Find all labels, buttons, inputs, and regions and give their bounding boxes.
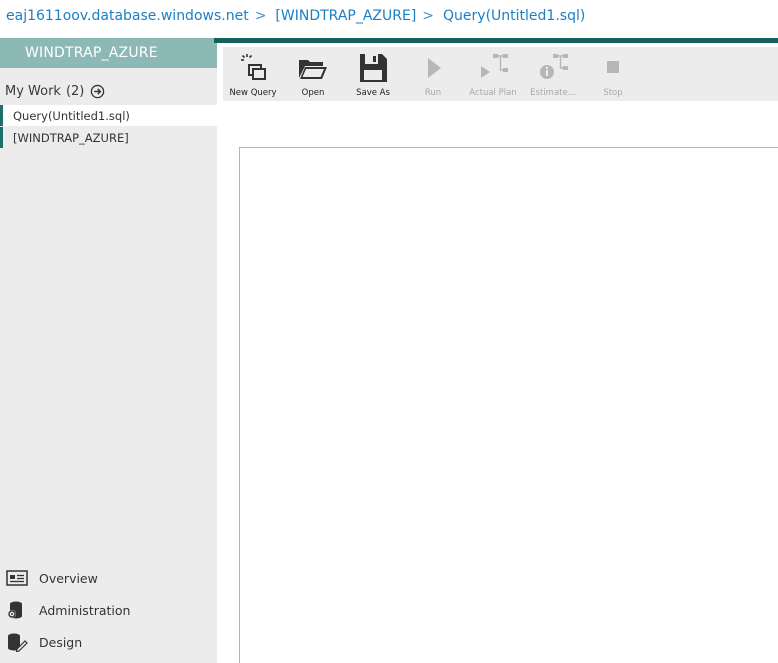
my-work-count: (2) <box>65 84 85 99</box>
nav-administration-label: Administration <box>39 602 131 618</box>
my-work-label: My Work <box>5 84 61 99</box>
sidebar-header: WINDTRAP_AZURE <box>0 38 217 68</box>
open-button[interactable]: Open <box>283 47 343 101</box>
estimated-plan-button[interactable]: Estimate... <box>523 47 583 101</box>
work-item-label: [WINDTRAP_AZURE] <box>13 130 129 145</box>
new-query-icon <box>241 54 266 80</box>
new-query-button[interactable]: New Query <box>223 47 283 101</box>
nav-administration[interactable]: Administration <box>0 597 217 623</box>
arrow-circle-right-icon[interactable] <box>90 84 105 99</box>
breadcrumb: eaj1611oov.database.windows.net > [WINDT… <box>6 6 585 26</box>
breadcrumb-server[interactable]: eaj1611oov.database.windows.net <box>6 8 249 24</box>
actual-plan-label: Actual Plan <box>469 88 517 98</box>
header-accent-bar <box>214 38 778 43</box>
actual-plan-button[interactable]: Actual Plan <box>463 47 523 101</box>
work-item-database[interactable]: [WINDTRAP_AZURE] <box>0 127 217 148</box>
floppy-disk-icon <box>360 54 387 82</box>
estimated-plan-icon <box>540 54 568 79</box>
nav-design[interactable]: Design <box>0 629 217 655</box>
run-button[interactable]: Run <box>403 47 463 101</box>
database-gear-icon <box>8 601 22 619</box>
breadcrumb-query[interactable]: Query(Untitled1.sql) <box>443 8 585 24</box>
estimated-plan-label: Estimate... <box>530 88 576 98</box>
work-item-query[interactable]: Query(Untitled1.sql) <box>0 105 217 126</box>
stop-icon <box>607 61 619 73</box>
stop-button[interactable]: Stop <box>583 47 643 101</box>
nav-overview-label: Overview <box>39 570 98 586</box>
sidebar: WINDTRAP_AZURE My Work (2) Query(Untitle… <box>0 38 217 663</box>
sql-editor[interactable] <box>239 147 778 663</box>
folder-open-icon <box>299 60 327 79</box>
my-work-section: My Work (2) <box>5 84 105 99</box>
stop-label: Stop <box>603 88 623 98</box>
nav-design-label: Design <box>39 634 83 650</box>
run-label: Run <box>424 88 442 98</box>
query-toolbar: New Query Open Save As Run Actual Plan E… <box>223 47 778 101</box>
nav-overview[interactable]: Overview <box>0 565 217 591</box>
breadcrumb-separator: > <box>422 8 435 24</box>
work-item-label: Query(Untitled1.sql) <box>13 108 130 123</box>
database-pencil-icon <box>8 633 28 652</box>
open-label: Open <box>301 88 325 98</box>
save-as-button[interactable]: Save As <box>343 47 403 101</box>
breadcrumb-separator: > <box>254 8 267 24</box>
save-as-label: Save As <box>356 88 390 98</box>
play-icon <box>428 58 441 78</box>
overview-icon <box>6 570 28 586</box>
new-query-label: New Query <box>229 88 277 98</box>
execution-plan-icon <box>481 54 508 78</box>
app-window: eaj1611oov.database.windows.net > [WINDT… <box>0 0 778 663</box>
breadcrumb-database[interactable]: [WINDTRAP_AZURE] <box>275 8 416 24</box>
